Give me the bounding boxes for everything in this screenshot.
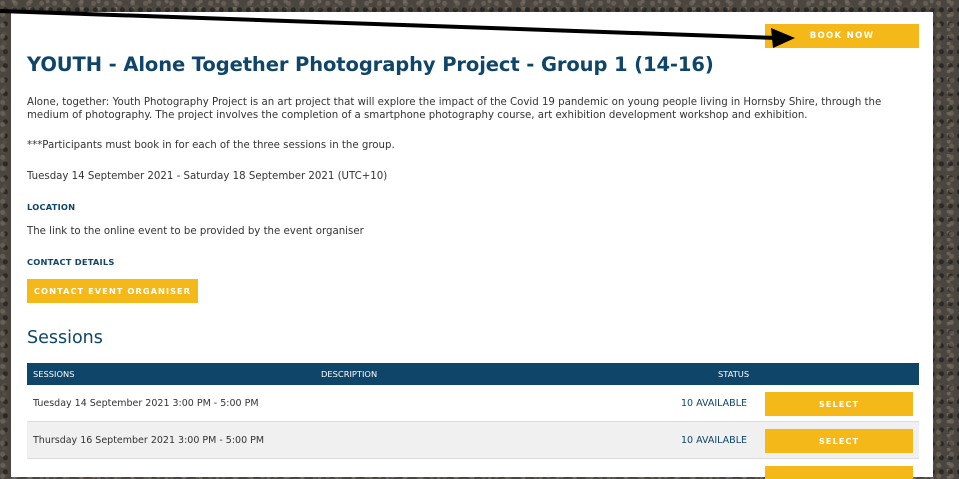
table-header: SESSIONS DESCRIPTION STATUS <box>27 363 919 385</box>
contact-label: CONTACT DETAILS <box>27 257 115 267</box>
event-dates: Tuesday 14 September 2021 - Saturday 18 … <box>27 171 388 182</box>
page-title: YOUTH - Alone Together Photography Proje… <box>27 53 714 76</box>
event-note: ***Participants must book in for each of… <box>27 140 395 151</box>
table-row: Tuesday 14 September 2021 3:00 PM - 5:00… <box>27 385 919 422</box>
col-status: STATUS <box>718 369 750 379</box>
location-label: LOCATION <box>27 202 76 212</box>
event-description: Alone, together: Youth Photography Proje… <box>27 97 882 121</box>
location-text: The link to the online event to be provi… <box>27 226 364 237</box>
book-now-button[interactable]: BOOK NOW <box>765 24 919 48</box>
select-button[interactable]: SELECT <box>765 429 913 453</box>
table-row <box>27 459 919 479</box>
col-description: DESCRIPTION <box>321 369 378 379</box>
select-button-partial[interactable] <box>765 466 913 479</box>
sessions-heading: Sessions <box>27 328 103 348</box>
contact-organiser-button[interactable]: CONTACT EVENT ORGANISER <box>27 279 198 303</box>
session-time: Tuesday 14 September 2021 3:00 PM - 5:00… <box>33 398 259 409</box>
sessions-table: SESSIONS DESCRIPTION STATUS Tuesday 14 S… <box>27 363 919 479</box>
col-sessions: SESSIONS <box>33 369 75 379</box>
session-status: 10 AVAILABLE <box>680 398 747 409</box>
session-status: 10 AVAILABLE <box>680 435 747 446</box>
table-row: Thursday 16 September 2021 3:00 PM - 5:0… <box>27 422 919 459</box>
session-time: Thursday 16 September 2021 3:00 PM - 5:0… <box>33 435 265 446</box>
select-button[interactable]: SELECT <box>765 392 913 416</box>
